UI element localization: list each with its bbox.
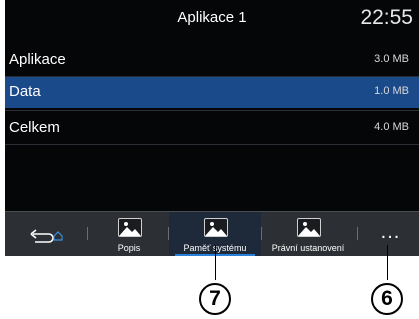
tab-bar: Popis Paměť systému Právní ustanovení ..… — [5, 211, 419, 256]
list-item-size: 4.0 MB — [374, 121, 409, 133]
infotainment-screen: Aplikace 1 22:55 Aplikace 3.0 MB Data 1.… — [5, 0, 419, 256]
list-item-label: Data — [9, 83, 41, 100]
tab-divider — [357, 227, 358, 240]
list-item-data[interactable]: Data 1.0 MB — [5, 77, 419, 108]
tab-popis[interactable]: Popis — [90, 212, 168, 256]
clock: 22:55 — [360, 6, 413, 29]
back-home-icon — [30, 229, 63, 243]
more-button[interactable]: ... — [362, 212, 419, 256]
picture-icon — [118, 218, 142, 237]
more-dots-icon: ... — [380, 221, 401, 243]
tab-divider — [87, 227, 88, 240]
callout-7: 7 — [199, 283, 231, 315]
list-item-celkem[interactable]: Celkem 4.0 MB — [5, 113, 419, 144]
list-item-size: 1.0 MB — [374, 85, 409, 97]
row-divider — [5, 144, 419, 145]
picture-icon — [297, 218, 321, 237]
picture-icon — [204, 218, 228, 237]
tab-label: Popis — [117, 243, 141, 253]
list-item-label: Celkem — [9, 119, 60, 136]
list-item-aplikace[interactable]: Aplikace 3.0 MB — [5, 45, 419, 76]
list-item-size: 3.0 MB — [374, 53, 409, 65]
page-title: Aplikace 1 — [177, 9, 247, 26]
header: Aplikace 1 22:55 — [5, 0, 419, 40]
tab-label: Právní ustanovení — [271, 243, 345, 253]
list-item-label: Aplikace — [9, 51, 66, 68]
callout-line — [215, 245, 216, 280]
callout-6: 6 — [371, 283, 403, 315]
back-home-button[interactable] — [5, 212, 87, 256]
callout-line — [387, 245, 388, 280]
row-divider — [5, 110, 419, 111]
tab-pravni-ustanoveni[interactable]: Právní ustanovení — [262, 212, 354, 256]
